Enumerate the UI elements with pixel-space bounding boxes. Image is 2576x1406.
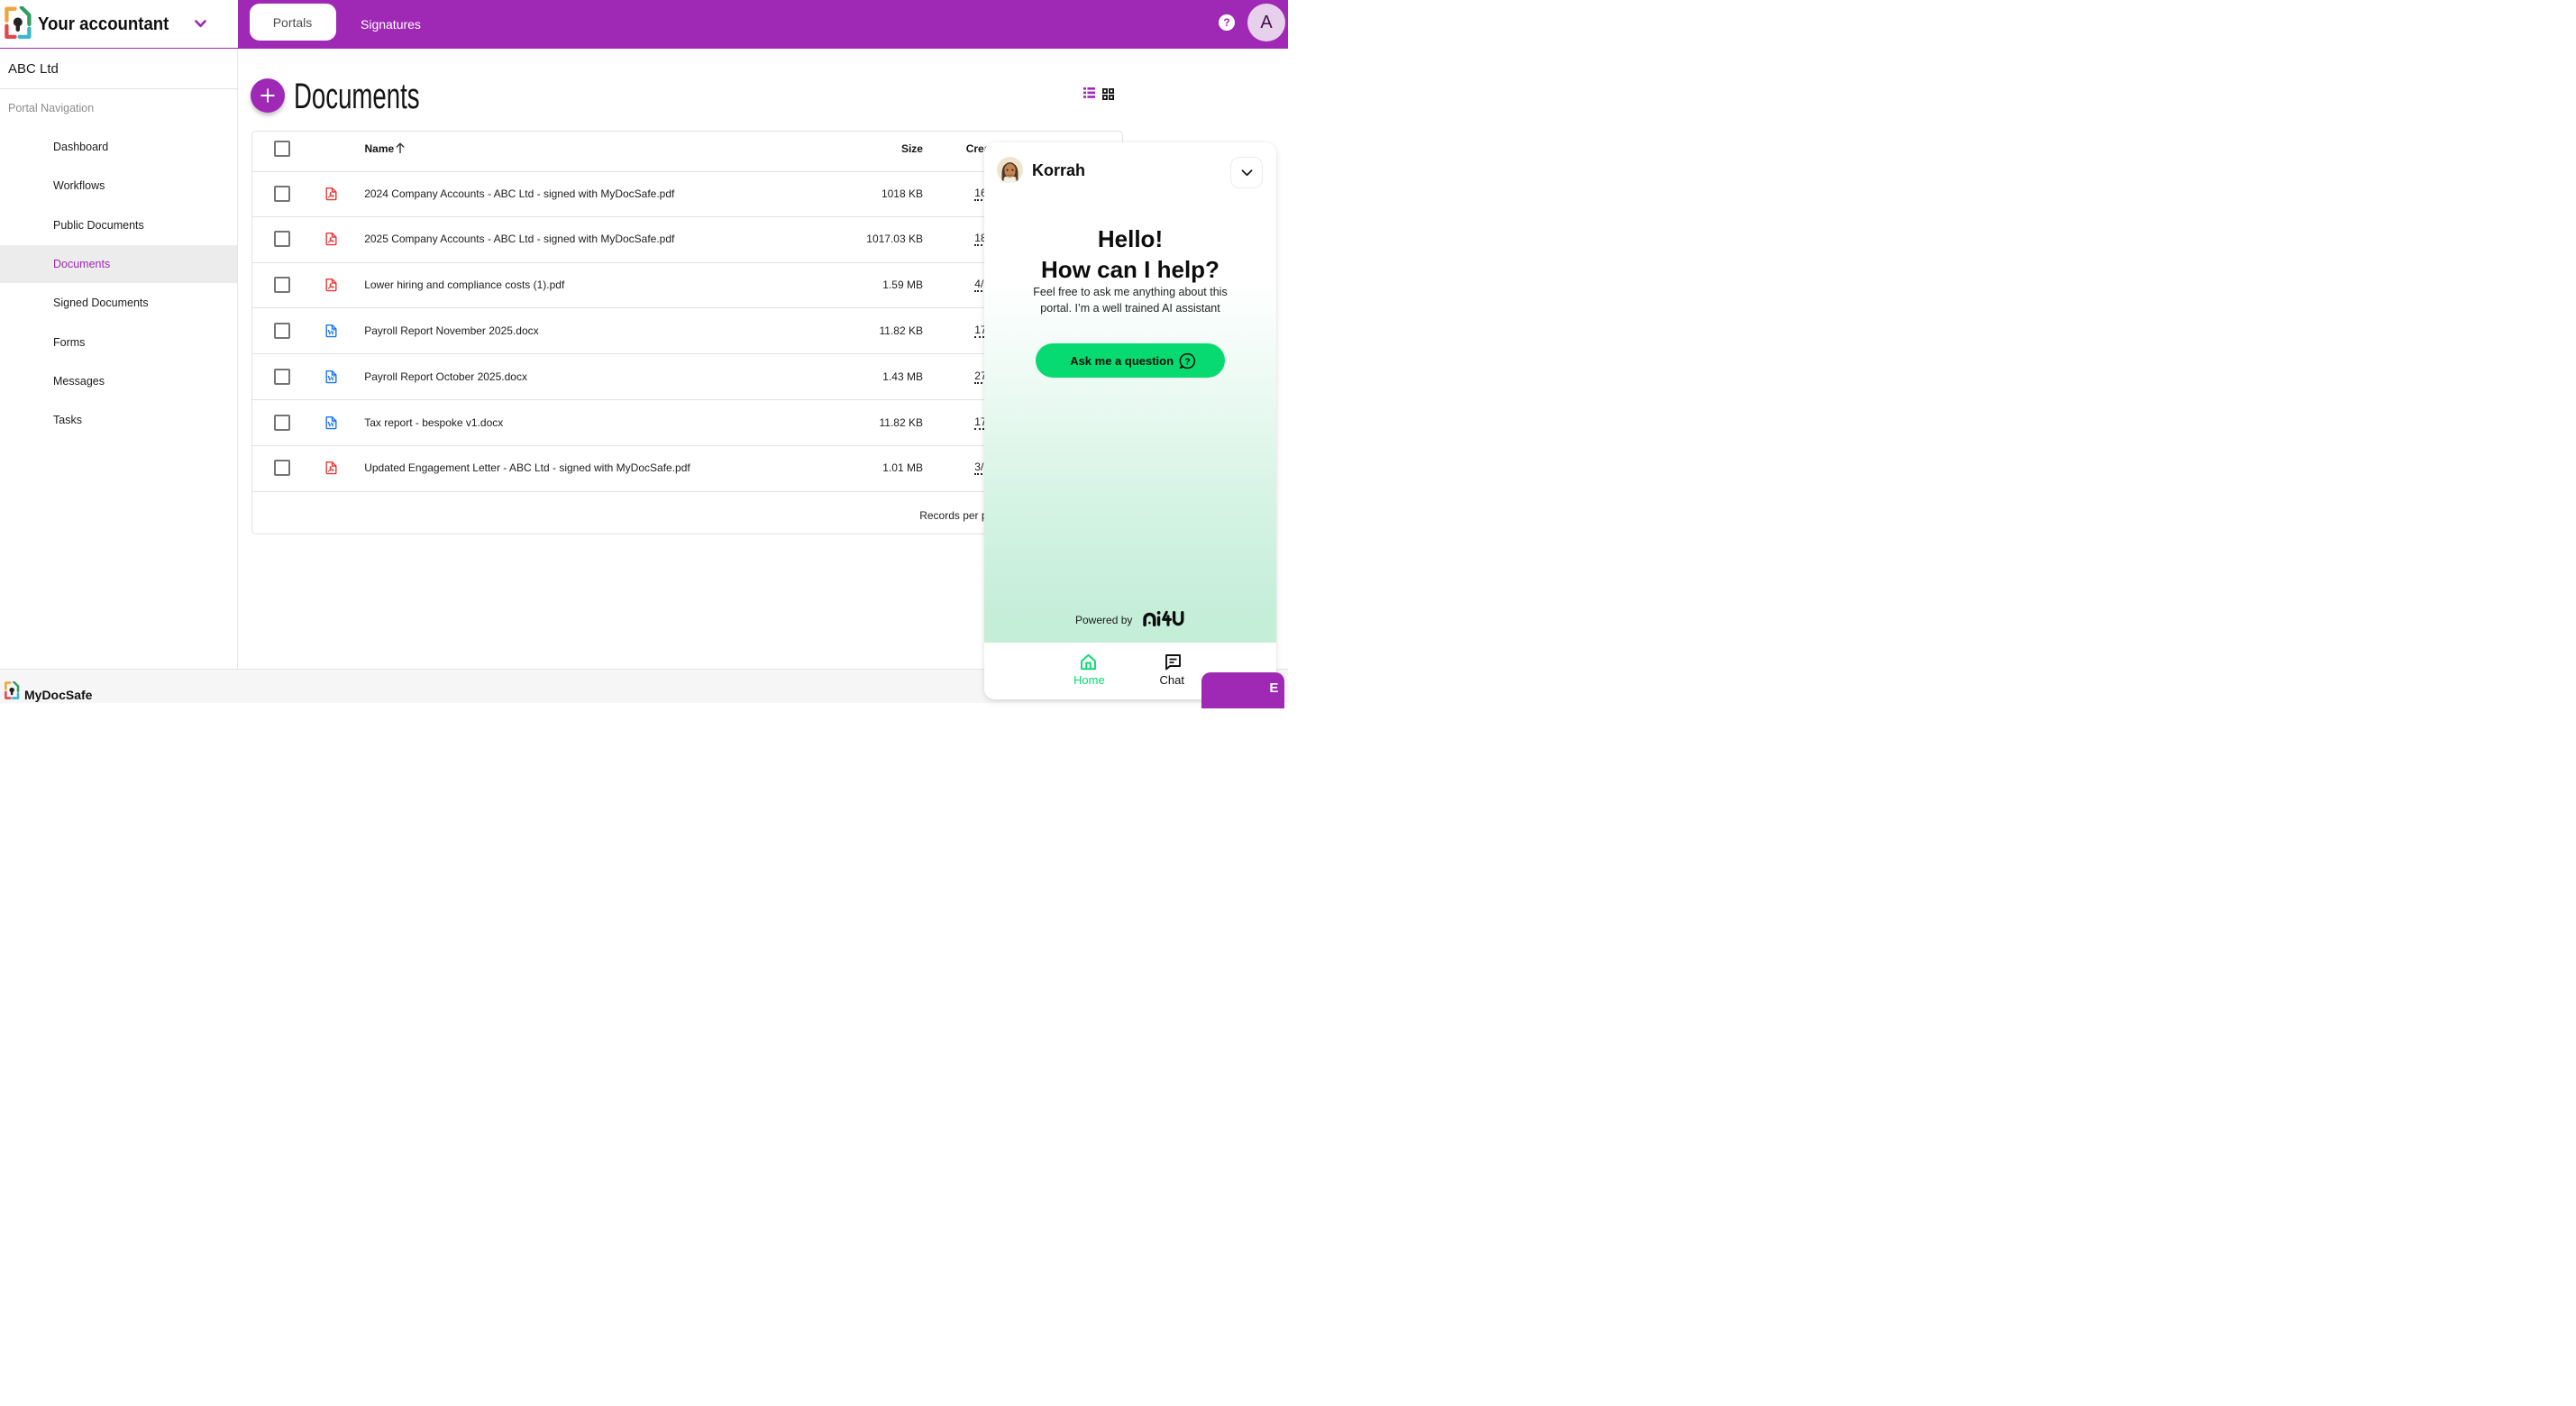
svg-text:?: ?	[1184, 356, 1190, 367]
